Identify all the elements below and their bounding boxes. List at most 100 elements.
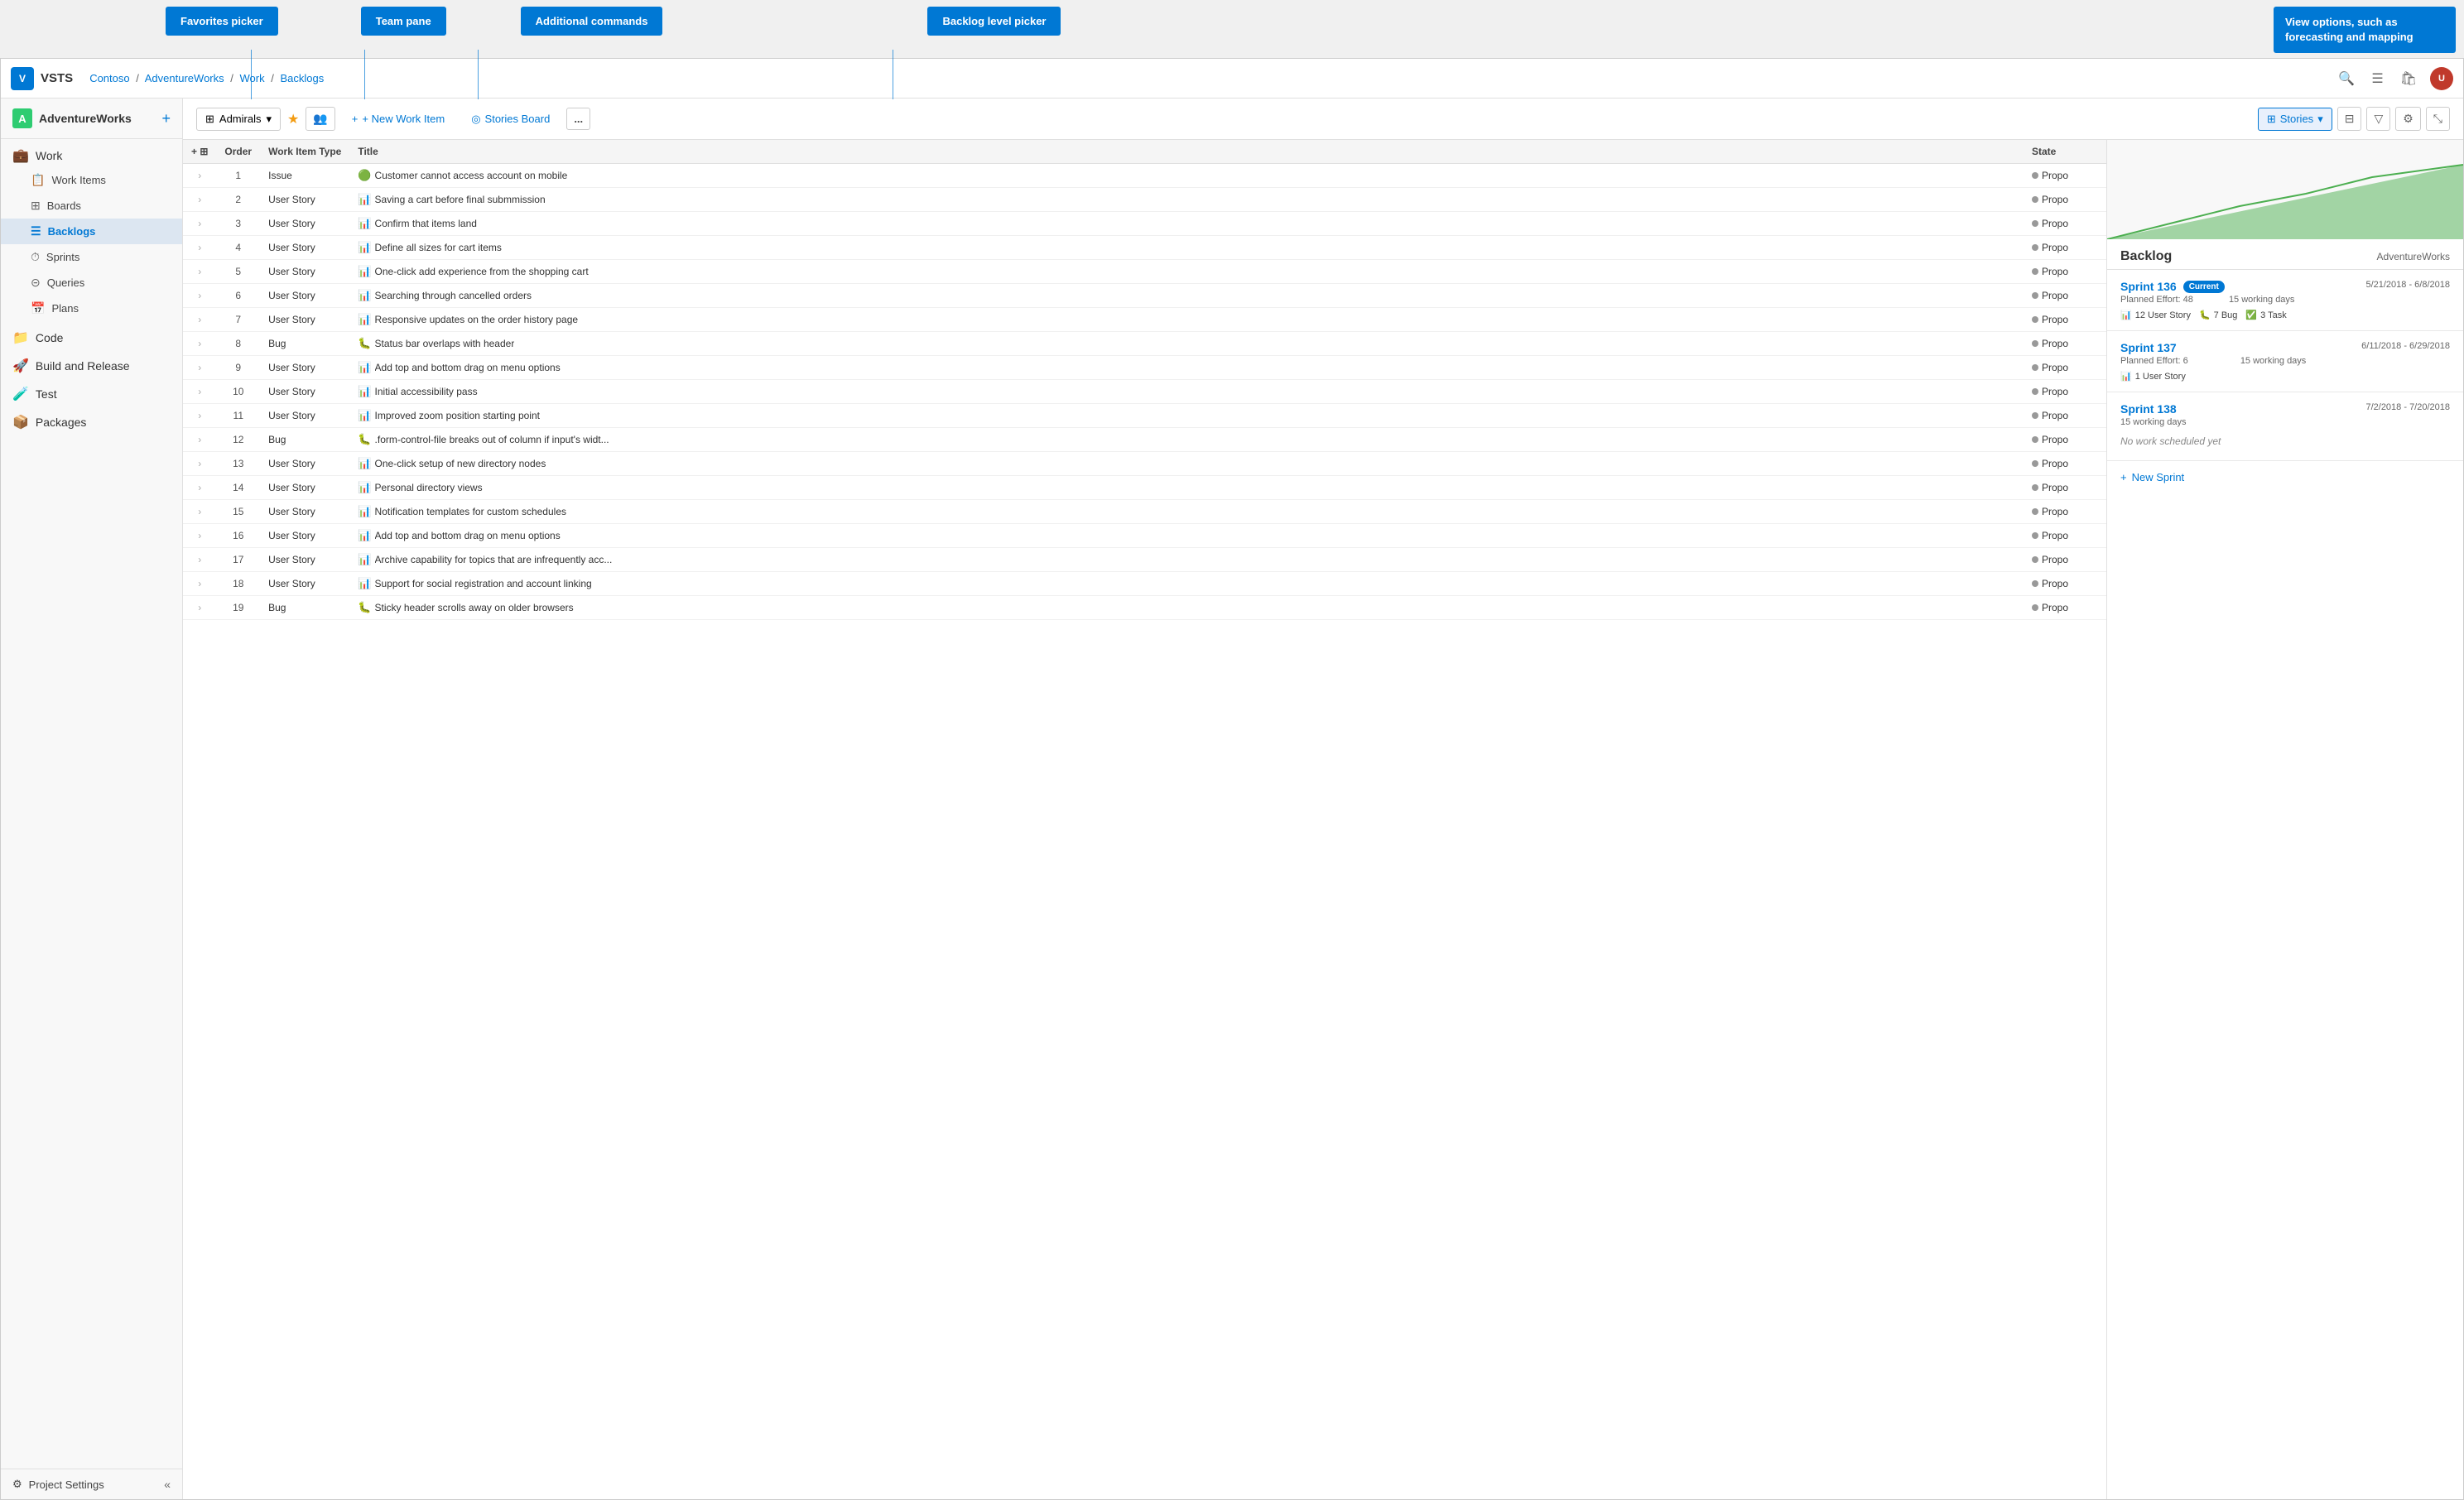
sidebar-item-plans[interactable]: 📅 Plans <box>1 296 182 321</box>
sidebar-section-work[interactable]: 💼 Work <box>1 139 182 167</box>
breadcrumb-adventureworks[interactable]: AdventureWorks <box>145 72 224 84</box>
sidebar-item-backlogs[interactable]: ☰ Backlogs <box>1 219 182 244</box>
expand-icon[interactable]: ⤡ <box>2426 107 2450 131</box>
sidebar-section-packages[interactable]: 📦 Packages <box>1 406 182 434</box>
breadcrumb-work[interactable]: Work <box>240 72 265 84</box>
td-title[interactable]: 📊 Add top and bottom drag on menu option… <box>349 356 2024 380</box>
more-options-button[interactable]: ... <box>566 108 590 130</box>
sidebar-item-workitems[interactable]: 📋 Work Items <box>1 167 182 193</box>
collapse-icon[interactable]: « <box>164 1478 171 1491</box>
sprint-136-name[interactable]: Sprint 136 <box>2120 280 2177 293</box>
work-split: + ⊞ Order Work Item Type Title State › <box>183 140 2463 1499</box>
filter-icon[interactable]: ▽ <box>2366 107 2390 131</box>
td-title[interactable]: 📊 Improved zoom position starting point <box>349 404 2024 428</box>
search-icon[interactable]: 🔍 <box>2335 67 2358 90</box>
table-row[interactable]: › 14 User Story 📊 Personal directory vie… <box>183 476 2106 500</box>
td-title[interactable]: 📊 Responsive updates on the order histor… <box>349 308 2024 332</box>
sprint-137-name[interactable]: Sprint 137 <box>2120 341 2177 354</box>
td-title[interactable]: 📊 Notification templates for custom sche… <box>349 500 2024 524</box>
td-title[interactable]: 📊 One-click setup of new directory nodes <box>349 452 2024 476</box>
additional-commands-tooltip[interactable]: Additional commands <box>521 7 663 36</box>
td-type: User Story <box>260 260 349 284</box>
list-icon[interactable]: ☰ <box>2368 67 2386 90</box>
th-order[interactable]: Order <box>216 140 260 164</box>
sprint-138-name[interactable]: Sprint 138 <box>2120 402 2177 416</box>
td-title[interactable]: 📊 Add top and bottom drag on menu option… <box>349 524 2024 548</box>
column-options-icon[interactable]: ⊟ <box>2337 107 2362 131</box>
backlog-level-picker-tooltip[interactable]: Backlog level picker <box>927 7 1061 36</box>
table-row[interactable]: › 3 User Story 📊 Confirm that items land… <box>183 212 2106 236</box>
user-avatar[interactable]: U <box>2430 67 2453 90</box>
connector-add <box>478 50 479 99</box>
new-work-item-button[interactable]: + + New Work Item <box>342 108 455 129</box>
bag-icon[interactable]: 🛍 <box>2397 67 2420 90</box>
table-row[interactable]: › 10 User Story 📊 Initial accessibility … <box>183 380 2106 404</box>
table-row[interactable]: › 1 Issue 🟢 Customer cannot access accou… <box>183 164 2106 188</box>
table-row[interactable]: › 12 Bug 🐛 .form-control-file breaks out… <box>183 428 2106 452</box>
table-row[interactable]: › 13 User Story 📊 One-click setup of new… <box>183 452 2106 476</box>
settings-icon[interactable]: ⚙ <box>2395 107 2421 131</box>
sidebar-section-build[interactable]: 🚀 Build and Release <box>1 349 182 377</box>
td-title[interactable]: 📊 Archive capability for topics that are… <box>349 548 2024 572</box>
td-title[interactable]: 🐛 Status bar overlaps with header <box>349 332 2024 356</box>
table-row[interactable]: › 5 User Story 📊 One-click add experienc… <box>183 260 2106 284</box>
td-title[interactable]: 🐛 .form-control-file breaks out of colum… <box>349 428 2024 452</box>
breadcrumb-backlogs[interactable]: Backlogs <box>280 72 324 84</box>
stories-dropdown-grid-icon: ⊞ <box>2267 113 2276 126</box>
table-row[interactable]: › 19 Bug 🐛 Sticky header scrolls away on… <box>183 596 2106 620</box>
th-state[interactable]: State <box>2024 140 2106 164</box>
th-type[interactable]: Work Item Type <box>260 140 349 164</box>
team-pane-tooltip[interactable]: Team pane <box>361 7 446 36</box>
sidebar-item-boards[interactable]: ⊞ Boards <box>1 193 182 219</box>
code-section-label: Code <box>36 331 63 344</box>
sidebar-item-sprints[interactable]: ⏱ Sprints <box>1 244 182 270</box>
td-title[interactable]: 🟢 Customer cannot access account on mobi… <box>349 164 2024 188</box>
td-title[interactable]: 📊 Support for social registration and ac… <box>349 572 2024 596</box>
td-title[interactable]: 📊 Confirm that items land <box>349 212 2024 236</box>
table-row[interactable]: › 7 User Story 📊 Responsive updates on t… <box>183 308 2106 332</box>
table-row[interactable]: › 6 User Story 📊 Searching through cance… <box>183 284 2106 308</box>
table-row[interactable]: › 8 Bug 🐛 Status bar overlaps with heade… <box>183 332 2106 356</box>
stories-board-button[interactable]: ◎ Stories Board <box>461 108 560 130</box>
td-title[interactable]: 🐛 Sticky header scrolls away on older br… <box>349 596 2024 620</box>
project-settings-item[interactable]: ⚙ Project Settings « <box>1 1469 182 1499</box>
sidebar-section-code[interactable]: 📁 Code <box>1 321 182 349</box>
td-order: 7 <box>216 308 260 332</box>
sprint-138-meta: 15 working days <box>2120 417 2450 427</box>
td-title[interactable]: 📊 Searching through cancelled orders <box>349 284 2024 308</box>
td-title[interactable]: 📊 Saving a cart before final submmission <box>349 188 2024 212</box>
table-row[interactable]: › 4 User Story 📊 Define all sizes for ca… <box>183 236 2106 260</box>
project-icon: A <box>12 108 32 128</box>
team-picker[interactable]: ⊞ Admirals ▾ <box>196 108 281 131</box>
td-title[interactable]: 📊 Personal directory views <box>349 476 2024 500</box>
sidebar-item-queries[interactable]: ⊝ Queries <box>1 270 182 296</box>
favorite-star-icon[interactable]: ★ <box>287 111 299 127</box>
table-row[interactable]: › 2 User Story 📊 Saving a cart before fi… <box>183 188 2106 212</box>
td-title[interactable]: 📊 Define all sizes for cart items <box>349 236 2024 260</box>
td-title[interactable]: 📊 One-click add experience from the shop… <box>349 260 2024 284</box>
add-project-icon[interactable]: + <box>161 110 171 127</box>
td-expand: › <box>183 308 216 332</box>
table-row[interactable]: › 18 User Story 📊 Support for social reg… <box>183 572 2106 596</box>
team-members-icon[interactable]: 👥 <box>306 107 334 131</box>
content-area: ⊞ Admirals ▾ ★ 👥 + + New Work Item ◎ Sto… <box>183 99 2463 1499</box>
table-row[interactable]: › 17 User Story 📊 Archive capability for… <box>183 548 2106 572</box>
sidebar-section-test[interactable]: 🧪 Test <box>1 377 182 406</box>
stories-dropdown[interactable]: ⊞ Stories ▾ <box>2258 108 2332 131</box>
header-actions: 🔍 ☰ 🛍 U <box>2335 67 2453 90</box>
new-sprint-button[interactable]: + New Sprint <box>2107 461 2463 493</box>
connector-team <box>364 50 365 99</box>
s137-story-count: 1 User Story <box>2135 372 2186 382</box>
table-header-row: + ⊞ Order Work Item Type Title State <box>183 140 2106 164</box>
table-row[interactable]: › 16 User Story 📊 Add top and bottom dra… <box>183 524 2106 548</box>
breadcrumb-contoso[interactable]: Contoso <box>89 72 129 84</box>
table-row[interactable]: › 11 User Story 📊 Improved zoom position… <box>183 404 2106 428</box>
team-picker-chevron-icon: ▾ <box>266 113 272 126</box>
table-row[interactable]: › 15 User Story 📊 Notification templates… <box>183 500 2106 524</box>
table-row[interactable]: › 9 User Story 📊 Add top and bottom drag… <box>183 356 2106 380</box>
td-expand: › <box>183 236 216 260</box>
td-state: Propo <box>2024 428 2106 452</box>
favorites-picker-tooltip[interactable]: Favorites picker <box>166 7 278 36</box>
td-title[interactable]: 📊 Initial accessibility pass <box>349 380 2024 404</box>
th-title[interactable]: Title <box>349 140 2024 164</box>
